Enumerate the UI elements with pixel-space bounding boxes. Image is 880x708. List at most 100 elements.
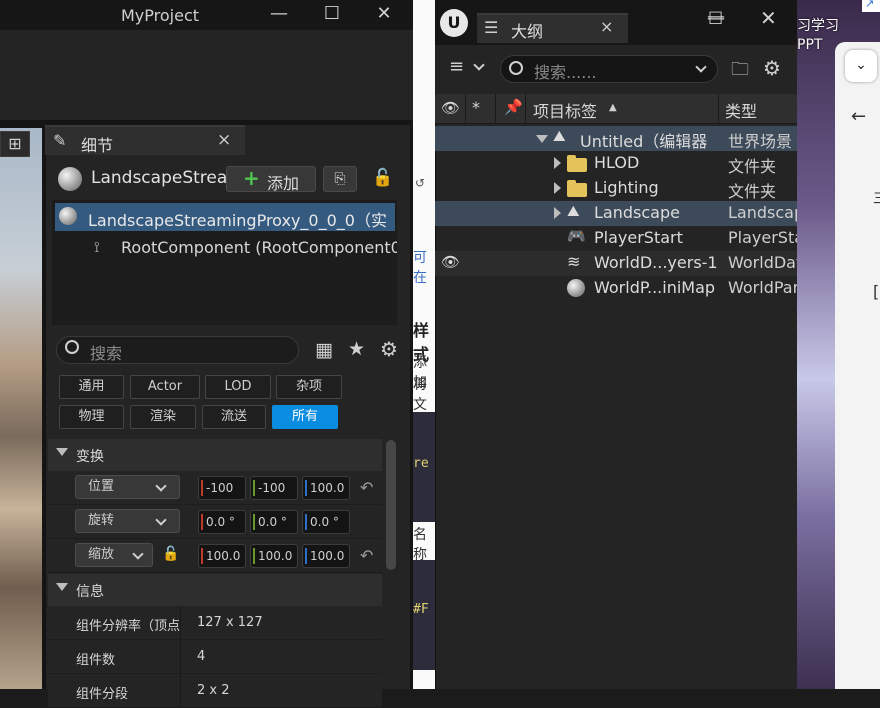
level-viewport[interactable] (0, 128, 42, 689)
outliner-row-landscape[interactable]: ⛰ Landscape Landscape (435, 201, 797, 226)
filter-general[interactable]: 通用 (59, 375, 124, 399)
scale-y-field[interactable]: 100.0 (250, 544, 298, 568)
filter-lod[interactable]: LOD (205, 375, 271, 399)
section-info[interactable]: 信息 (48, 574, 382, 606)
component-item-selected[interactable]: LandscapeStreamingProxy_0_0_0（实 (55, 203, 395, 231)
dropdown-label: 旋转 (88, 513, 115, 528)
filter-icon[interactable]: ≡ (449, 56, 464, 77)
unreal-logo-icon: U (440, 9, 468, 37)
filter-rendering[interactable]: 渲染 (130, 405, 196, 429)
maximize-button[interactable]: ☐ (319, 2, 345, 26)
property-row-scale: 缩放 🔓 100.0 100.0 100.0 ↶ (48, 539, 382, 573)
info-value: 4 (197, 649, 206, 664)
chevron-down-icon[interactable] (536, 135, 548, 143)
tab-outliner-label: 大纲 (511, 22, 544, 41)
outliner-row-worlddata[interactable]: 👁 ≋ WorldD...yers-1 WorldData (435, 251, 797, 276)
filter-all[interactable]: 所有 (272, 405, 338, 429)
sphere-icon (59, 207, 77, 225)
favorite-column-icon[interactable]: * (472, 98, 480, 117)
add-button-label: 添加 (267, 174, 300, 193)
chevron-down-icon (56, 583, 68, 591)
rotation-z-field[interactable]: 0.0 ° (302, 510, 350, 534)
outliner-close-button[interactable]: ✕ (760, 6, 777, 30)
details-scrollbar[interactable] (386, 440, 396, 570)
outliner-search-input[interactable]: 搜索...... (500, 55, 718, 83)
column-type[interactable]: 类型 (725, 98, 757, 122)
chevron-right-icon[interactable] (554, 207, 561, 219)
outliner-row-world[interactable]: ⛰ Untitled（编辑器 世界场景 (435, 126, 797, 151)
filter-actor[interactable]: Actor (130, 375, 200, 399)
eye-icon[interactable]: 👁 (441, 253, 460, 271)
info-key: 组件分段 (76, 687, 129, 702)
component-item[interactable]: ⟟ RootComponent (RootComponent0 (90, 234, 397, 260)
scale-z-field[interactable]: 100.0 (302, 544, 350, 568)
corner-icon: ↗ (862, 0, 880, 12)
row-type: WorldData (728, 253, 797, 272)
filter-streaming[interactable]: 流送 (202, 405, 266, 429)
add-component-button[interactable]: + 添加 (226, 166, 316, 193)
tab-details[interactable]: ✎ 细节 × (45, 125, 245, 155)
outliner-row-hlod[interactable]: HLOD 文件夹 (435, 151, 797, 176)
scale-lock-icon[interactable]: 🔓 (162, 546, 179, 562)
folder-icon (567, 155, 587, 172)
scale-dropdown[interactable]: 缩放 (75, 543, 153, 567)
outliner-row-playerstart[interactable]: 🎮 PlayerStart PlayerStart (435, 226, 797, 251)
star-icon[interactable]: ★ (348, 338, 365, 360)
chevron-down-icon[interactable] (473, 59, 485, 71)
gear-icon[interactable]: ⚙ (763, 56, 781, 80)
reset-icon[interactable]: ↶ (360, 546, 373, 565)
chevron-down-icon[interactable]: ⌄ (845, 50, 877, 82)
chevron-right-icon[interactable] (554, 182, 561, 194)
outliner-maximize-button[interactable]: ☐ (708, 9, 723, 29)
table-view-icon[interactable]: ▦ (315, 339, 333, 361)
scale-x-field[interactable]: 100.0 (198, 544, 246, 568)
tab-outliner[interactable]: ☰ 大纲 × (477, 13, 628, 43)
section-transform[interactable]: 变换 (48, 439, 382, 471)
gear-icon[interactable]: ⚙ (380, 337, 398, 361)
outliner-row-worldpartition[interactable]: WorldP...iniMap WorldPar (435, 276, 797, 301)
back-arrow-icon[interactable]: ← (851, 106, 866, 127)
background-text: PPT (797, 37, 823, 53)
location-x-field[interactable]: -100 (198, 476, 246, 500)
pin-column-icon[interactable]: 📌 (504, 98, 523, 116)
filter-misc[interactable]: 杂项 (276, 375, 342, 399)
chevron-down-icon[interactable] (695, 61, 707, 73)
arrow-icon: ↺ (415, 176, 426, 190)
filter-physics[interactable]: 物理 (59, 405, 124, 429)
title-bar: MyProject — ☐ ✕ (0, 0, 413, 30)
location-z-field[interactable]: 100.0 (302, 476, 350, 500)
pencil-icon: ✎ (53, 131, 67, 150)
add-folder-icon[interactable]: 🗀 (731, 57, 749, 87)
column-item-label[interactable]: 项目标签 (533, 98, 597, 122)
row-name: HLOD (594, 153, 640, 172)
location-dropdown[interactable]: 位置 (75, 475, 180, 499)
code-text: #F (413, 602, 429, 617)
blueprint-icon[interactable]: ⎘ (323, 166, 357, 192)
main-toolbar (0, 30, 413, 120)
chevron-right-icon[interactable] (554, 157, 561, 169)
side-browser-panel: ⌄ ← 三 [ (835, 42, 880, 689)
location-y-field[interactable]: -100 (250, 476, 298, 500)
rotation-y-field[interactable]: 0.0 ° (250, 510, 298, 534)
close-tab-icon[interactable]: × (600, 17, 613, 36)
player-start-icon: 🎮 (567, 227, 586, 245)
plus-icon: + (243, 166, 260, 190)
minimize-button[interactable]: — (266, 2, 292, 26)
property-row-rotation: 旋转 0.0 ° 0.0 ° 0.0 ° (48, 505, 382, 539)
reset-icon[interactable]: ↶ (360, 478, 373, 497)
details-search-input[interactable]: 搜索 (56, 336, 299, 364)
sphere-icon (567, 279, 585, 297)
lock-icon[interactable]: 🔓 (372, 168, 393, 188)
close-button[interactable]: ✕ (371, 2, 397, 26)
info-key: 组件分辨率（顶点 (76, 619, 181, 634)
sphere-icon (58, 167, 82, 191)
visibility-column-icon[interactable]: 👁 (441, 99, 460, 117)
component-label: RootComponent (RootComponent0 (121, 238, 397, 257)
rotation-dropdown[interactable]: 旋转 (75, 509, 180, 533)
outliner-row-lighting[interactable]: Lighting 文件夹 (435, 176, 797, 201)
rotation-x-field[interactable]: 0.0 ° (198, 510, 246, 534)
close-tab-icon[interactable]: × (217, 130, 231, 150)
viewport-layout-icon[interactable]: ⊞ (0, 131, 30, 157)
info-key: 组件数 (76, 653, 116, 668)
arrow-icon: ↗ (865, 0, 875, 10)
